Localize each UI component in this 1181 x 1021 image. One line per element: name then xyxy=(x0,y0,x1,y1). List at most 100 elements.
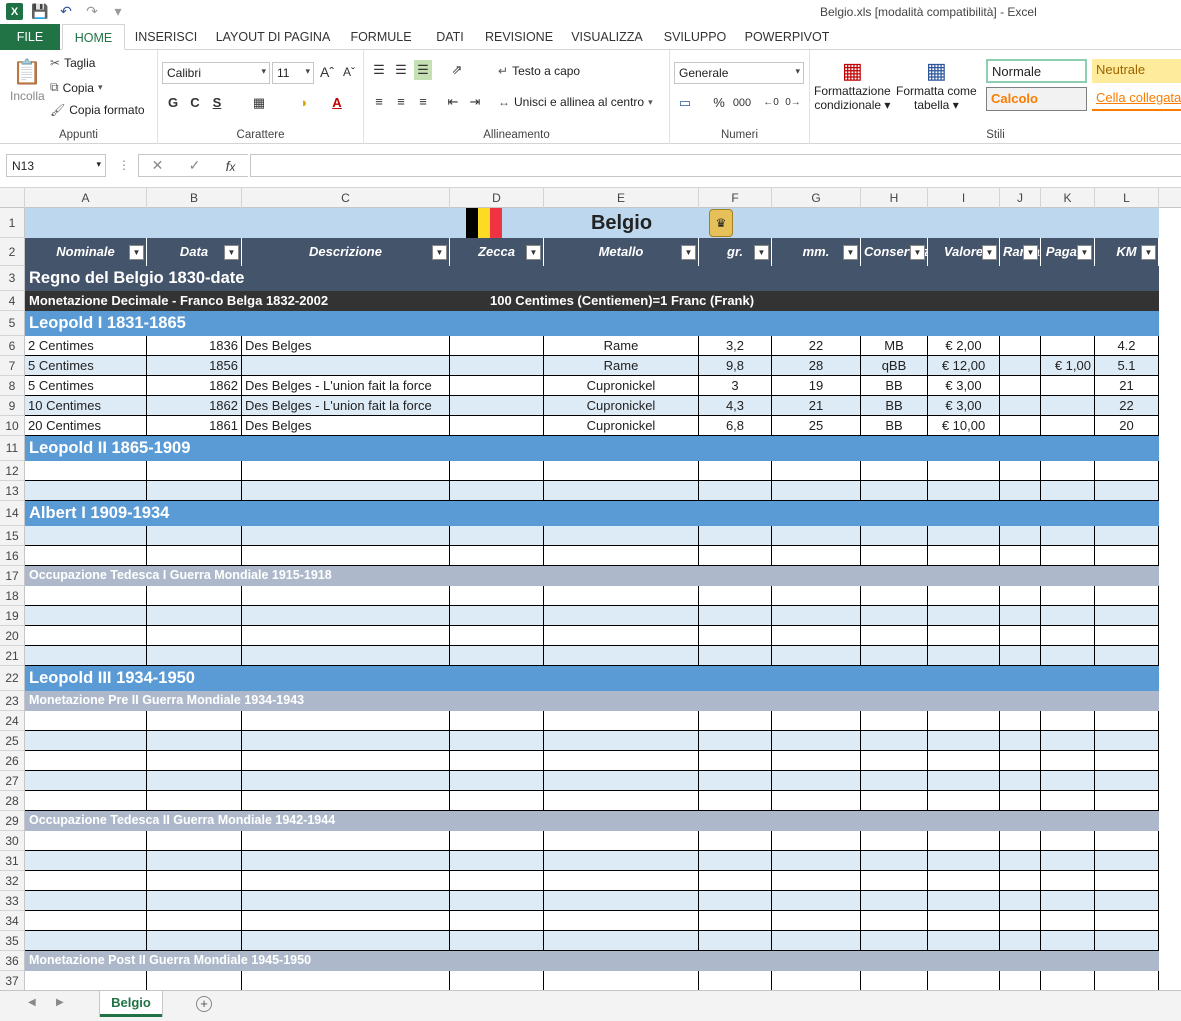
cell[interactable] xyxy=(772,851,861,871)
paste-button[interactable]: 📋 Incolla xyxy=(10,58,45,103)
function-icon[interactable]: fx xyxy=(226,158,236,174)
row-header[interactable]: 24 xyxy=(0,711,25,731)
cell[interactable] xyxy=(1041,931,1095,951)
cell[interactable] xyxy=(544,731,699,751)
cell[interactable] xyxy=(450,731,544,751)
cell[interactable] xyxy=(1095,586,1159,606)
cell[interactable]: Des Belges xyxy=(242,416,450,436)
cell[interactable] xyxy=(1095,771,1159,791)
cell[interactable] xyxy=(1095,481,1159,501)
sheet-tab-belgio[interactable]: Belgio xyxy=(100,991,162,1017)
align-right-icon[interactable]: ≡ xyxy=(414,92,432,112)
row-header[interactable]: 34 xyxy=(0,911,25,931)
cell[interactable] xyxy=(1041,831,1095,851)
italic-button[interactable]: C xyxy=(186,93,204,113)
cell[interactable] xyxy=(450,336,544,356)
cell[interactable] xyxy=(544,971,699,990)
cell[interactable] xyxy=(25,911,147,931)
cell[interactable] xyxy=(147,711,242,731)
cell[interactable] xyxy=(242,971,450,990)
cell[interactable] xyxy=(772,931,861,951)
cell[interactable] xyxy=(450,546,544,566)
cell[interactable] xyxy=(861,751,928,771)
underline-button[interactable]: S xyxy=(208,93,226,113)
cell[interactable] xyxy=(450,771,544,791)
grow-font-icon[interactable]: Aˆ xyxy=(318,62,336,82)
cell[interactable] xyxy=(242,831,450,851)
cell[interactable] xyxy=(1041,396,1095,416)
row-header[interactable]: 35 xyxy=(0,931,25,951)
cell[interactable]: € 12,00 xyxy=(928,356,1000,376)
filter-dropdown-icon[interactable]: ▼ xyxy=(910,245,925,260)
cell[interactable]: Cupronickel xyxy=(544,376,699,396)
style-calc[interactable]: Calcolo xyxy=(986,87,1087,111)
cell[interactable] xyxy=(928,831,1000,851)
cell[interactable]: 10 Centimes xyxy=(25,396,147,416)
cell[interactable] xyxy=(1000,751,1041,771)
cell[interactable] xyxy=(1000,851,1041,871)
cell[interactable] xyxy=(242,931,450,951)
cell[interactable] xyxy=(25,546,147,566)
cell[interactable] xyxy=(699,851,772,871)
column-header[interactable]: A xyxy=(25,188,147,208)
cell[interactable] xyxy=(1000,711,1041,731)
cell[interactable] xyxy=(1000,931,1041,951)
cell[interactable] xyxy=(928,646,1000,666)
cell[interactable] xyxy=(1000,911,1041,931)
cell[interactable] xyxy=(1000,586,1041,606)
row-header[interactable]: 26 xyxy=(0,751,25,771)
accounting-icon[interactable]: ▭ xyxy=(676,93,694,113)
cell[interactable] xyxy=(25,831,147,851)
cell[interactable] xyxy=(1041,971,1095,990)
row-header[interactable]: 9 xyxy=(0,396,25,416)
cell[interactable] xyxy=(861,526,928,546)
row-header[interactable]: 5 xyxy=(0,311,25,336)
cell[interactable]: 4,3 xyxy=(699,396,772,416)
cell[interactable] xyxy=(544,626,699,646)
cell[interactable] xyxy=(699,751,772,771)
undo-icon[interactable]: ↶ xyxy=(57,3,75,20)
column-header[interactable]: G xyxy=(772,188,861,208)
cell[interactable]: qBB xyxy=(861,356,928,376)
cell[interactable] xyxy=(147,481,242,501)
cell[interactable] xyxy=(450,891,544,911)
cell[interactable] xyxy=(699,626,772,646)
wrap-text-button[interactable]: ↵ Testo a capo xyxy=(498,64,580,78)
cell[interactable] xyxy=(242,851,450,871)
cell[interactable] xyxy=(1000,891,1041,911)
style-linked[interactable]: Cella collegata xyxy=(1092,87,1181,111)
cell[interactable] xyxy=(544,646,699,666)
cell[interactable] xyxy=(450,646,544,666)
cell[interactable] xyxy=(699,606,772,626)
column-header[interactable]: H xyxy=(861,188,928,208)
cell[interactable] xyxy=(544,461,699,481)
cell[interactable] xyxy=(861,931,928,951)
cell[interactable] xyxy=(928,461,1000,481)
name-box[interactable]: N13 ▾ xyxy=(6,154,106,177)
cell[interactable] xyxy=(1095,931,1159,951)
tab-powerpivot[interactable]: POWERPIVOT xyxy=(742,24,832,50)
cell[interactable] xyxy=(25,646,147,666)
redo-icon[interactable]: ↷ xyxy=(83,3,101,20)
cell[interactable]: Cupronickel xyxy=(544,396,699,416)
cell[interactable]: 22 xyxy=(772,336,861,356)
cell[interactable] xyxy=(928,751,1000,771)
cell[interactable] xyxy=(1095,911,1159,931)
cell[interactable] xyxy=(544,711,699,731)
format-painter-button[interactable]: 🖌 Copia formato xyxy=(50,103,145,117)
cell[interactable] xyxy=(699,771,772,791)
tab-sviluppo[interactable]: SVILUPPO xyxy=(660,24,730,50)
cell[interactable] xyxy=(861,711,928,731)
cell[interactable] xyxy=(544,791,699,811)
cell[interactable] xyxy=(772,791,861,811)
cell[interactable] xyxy=(772,871,861,891)
cell[interactable]: 4.2 xyxy=(1095,336,1159,356)
cell[interactable] xyxy=(772,911,861,931)
cell[interactable] xyxy=(1000,731,1041,751)
cell[interactable] xyxy=(242,606,450,626)
cell[interactable]: 1861 xyxy=(147,416,242,436)
cell[interactable] xyxy=(25,851,147,871)
cell[interactable] xyxy=(242,526,450,546)
cell[interactable] xyxy=(699,931,772,951)
row-header[interactable]: 21 xyxy=(0,646,25,666)
